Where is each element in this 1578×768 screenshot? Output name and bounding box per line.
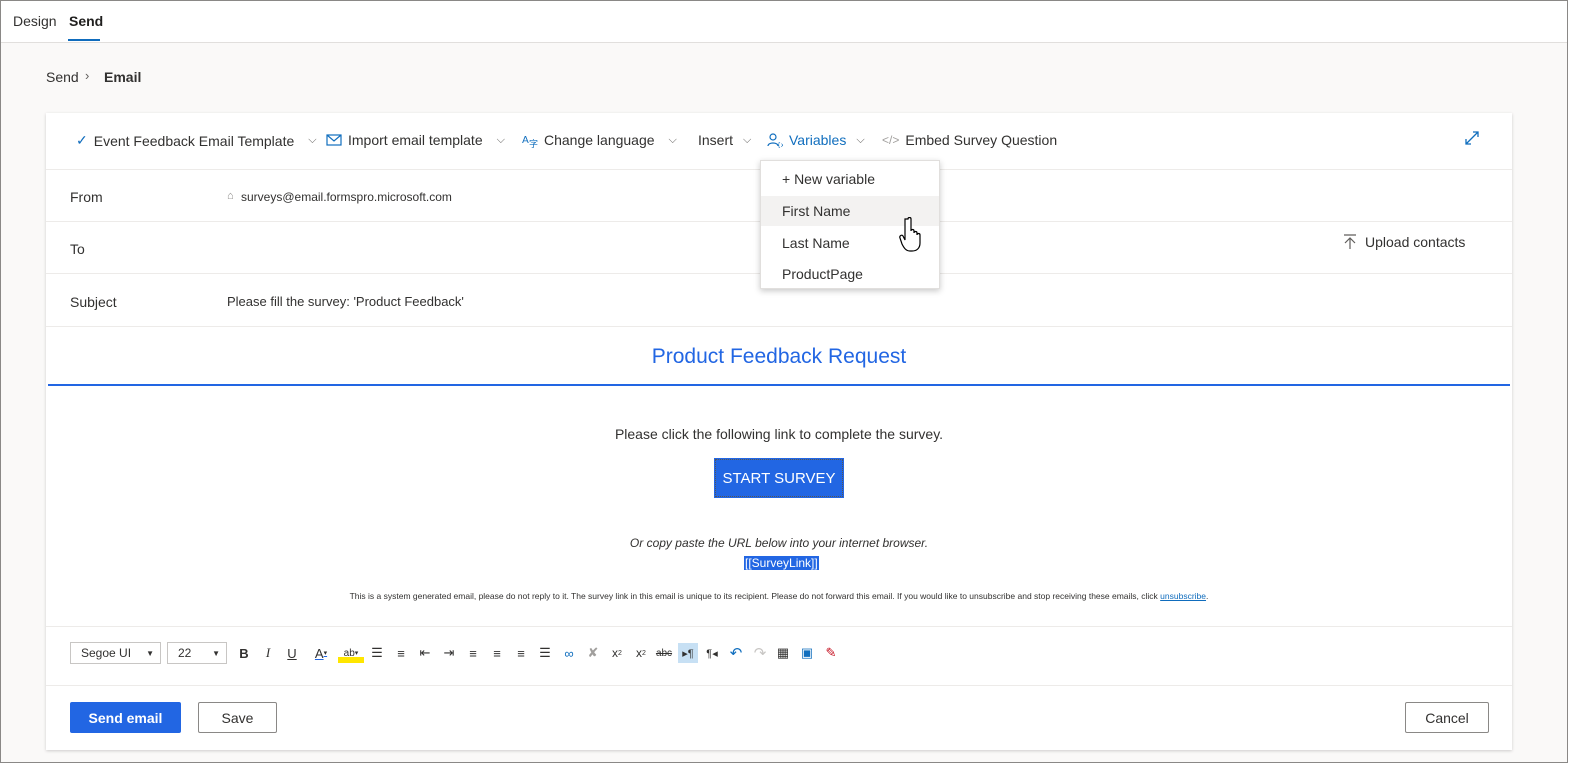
rtl-icon[interactable]: ¶◂ bbox=[702, 643, 722, 663]
chevron-down-icon: ⌵ bbox=[308, 134, 317, 146]
menu-item-new-variable[interactable]: + New variable bbox=[761, 164, 939, 194]
embed-question-button[interactable]: </> Embed Survey Question bbox=[882, 132, 1057, 148]
clear-format-icon[interactable]: ✎ bbox=[821, 643, 841, 663]
justify-icon[interactable]: ☰ bbox=[535, 643, 555, 663]
survey-link-placeholder[interactable]: [[SurveyLink]] bbox=[744, 556, 819, 570]
unlink-icon[interactable]: ✘ bbox=[583, 643, 603, 663]
variables-icon: {x} bbox=[767, 133, 783, 148]
chevron-down-icon: ⌵ bbox=[743, 133, 752, 146]
chevron-down-icon: ⌵ bbox=[496, 133, 505, 146]
align-left-icon[interactable]: ≡ bbox=[463, 643, 483, 663]
svg-text:A: A bbox=[522, 135, 529, 146]
undo-icon[interactable]: ↶ bbox=[726, 643, 746, 663]
upload-icon bbox=[1344, 234, 1356, 249]
email-instruction[interactable]: Please click the following link to compl… bbox=[46, 426, 1512, 442]
disclaimer-end: . bbox=[1206, 591, 1209, 601]
font-family-value: Segoe UI bbox=[81, 646, 132, 660]
decrease-indent-icon[interactable]: ⇤ bbox=[415, 643, 435, 663]
breadcrumb-send[interactable]: Send bbox=[46, 69, 79, 85]
start-survey-button[interactable]: START SURVEY bbox=[714, 458, 844, 498]
breadcrumb-email: Email bbox=[104, 69, 142, 85]
cancel-button[interactable]: Cancel bbox=[1405, 702, 1489, 733]
copy-instruction[interactable]: Or copy paste the URL below into your in… bbox=[46, 536, 1512, 550]
font-size-value: 22 bbox=[178, 646, 192, 660]
link-icon[interactable]: ∞ bbox=[559, 643, 579, 663]
code-icon: </> bbox=[882, 133, 900, 147]
caret-down-icon: ▼ bbox=[146, 648, 154, 658]
font-family-select[interactable]: Segoe UI ▼ bbox=[70, 642, 161, 664]
divider bbox=[46, 326, 1512, 327]
upload-contacts-button[interactable]: Upload contacts bbox=[1343, 234, 1465, 250]
font-size-select[interactable]: 22 ▼ bbox=[167, 642, 227, 664]
table-icon[interactable]: ▦ bbox=[773, 643, 793, 663]
save-button[interactable]: Save bbox=[198, 702, 277, 733]
svg-text:{x}: {x} bbox=[777, 142, 783, 148]
app-frame: Design Send Send › Email ✓ Event Feedbac… bbox=[0, 0, 1568, 763]
top-tab-bar: Design Send bbox=[1, 1, 1567, 43]
chevron-right-icon: › bbox=[85, 68, 90, 83]
variables-dropdown[interactable]: {x} Variables ⌵ bbox=[767, 132, 865, 148]
numbered-list-icon[interactable]: ≡ bbox=[391, 643, 411, 663]
bold-icon[interactable]: B bbox=[234, 643, 254, 663]
tab-send[interactable]: Send bbox=[69, 13, 103, 29]
image-icon[interactable]: ▣ bbox=[797, 643, 817, 663]
strikethrough-icon[interactable]: abc bbox=[654, 643, 674, 663]
superscript-icon[interactable]: x2 bbox=[607, 643, 627, 663]
subject-label: Subject bbox=[70, 294, 117, 310]
template-dropdown[interactable]: ✓ Event Feedback Email Template ⌵ bbox=[76, 132, 317, 149]
title-underline bbox=[48, 384, 1510, 386]
align-right-icon[interactable]: ≡ bbox=[511, 643, 531, 663]
redo-icon[interactable]: ↷ bbox=[750, 643, 770, 663]
expand-icon[interactable] bbox=[1464, 130, 1480, 146]
import-template-dropdown[interactable]: Import email template ⌵ bbox=[326, 132, 505, 148]
from-address: surveys@email.formspro.microsoft.com bbox=[241, 190, 452, 204]
active-tab-indicator bbox=[68, 39, 100, 41]
subject-input[interactable]: Please fill the survey: 'Product Feedbac… bbox=[227, 294, 464, 309]
format-toolbar: Segoe UI ▼ 22 ▼ B I U A ▾ ab ▾ ☰ ≡ ⇤ ⇥ ≡ ≡ ≡… bbox=[46, 626, 1512, 686]
language-label: Change language bbox=[544, 132, 655, 148]
bullet-list-icon[interactable]: ☰ bbox=[367, 643, 387, 663]
align-center-icon[interactable]: ≡ bbox=[487, 643, 507, 663]
person-icon: ⌂ bbox=[227, 190, 234, 202]
ltr-icon[interactable]: ▸¶ bbox=[678, 643, 698, 663]
chevron-down-icon: ⌵ bbox=[856, 133, 865, 146]
highlight-icon[interactable]: ab ▾ bbox=[338, 643, 364, 663]
upload-label: Upload contacts bbox=[1365, 234, 1466, 250]
embed-label: Embed Survey Question bbox=[905, 132, 1058, 148]
italic-icon[interactable]: I bbox=[258, 643, 278, 663]
mail-import-icon bbox=[326, 134, 342, 146]
chevron-down-icon: ⌵ bbox=[668, 133, 677, 146]
insert-dropdown[interactable]: Insert ⌵ bbox=[698, 132, 751, 148]
menu-item-product-page[interactable]: ProductPage bbox=[761, 259, 939, 289]
increase-indent-icon[interactable]: ⇥ bbox=[439, 643, 459, 663]
disclaimer-body: This is a system generated email, please… bbox=[349, 591, 1161, 601]
subscript-icon[interactable]: x2 bbox=[631, 643, 651, 663]
checkmark-icon: ✓ bbox=[76, 132, 88, 148]
from-label: From bbox=[70, 189, 103, 205]
variables-label: Variables bbox=[789, 132, 847, 148]
underline-icon[interactable]: U bbox=[282, 643, 302, 663]
font-color-icon[interactable]: A ▾ bbox=[308, 643, 334, 663]
svg-text:字: 字 bbox=[529, 138, 538, 148]
disclaimer-text[interactable]: This is a system generated email, please… bbox=[46, 591, 1512, 601]
import-label: Import email template bbox=[348, 132, 483, 148]
send-email-button[interactable]: Send email bbox=[70, 702, 181, 733]
translate-icon: A字 bbox=[522, 135, 538, 148]
unsubscribe-link[interactable]: unsubscribe bbox=[1160, 591, 1206, 601]
hand-cursor-icon bbox=[899, 217, 921, 252]
email-title[interactable]: Product Feedback Request bbox=[46, 345, 1512, 369]
to-label: To bbox=[70, 241, 85, 257]
caret-down-icon: ▼ bbox=[212, 648, 220, 658]
tab-design[interactable]: Design bbox=[13, 13, 57, 29]
insert-label: Insert bbox=[698, 132, 734, 148]
change-language-dropdown[interactable]: A字 Change language ⌵ bbox=[522, 132, 677, 148]
template-label: Event Feedback Email Template bbox=[93, 132, 295, 149]
